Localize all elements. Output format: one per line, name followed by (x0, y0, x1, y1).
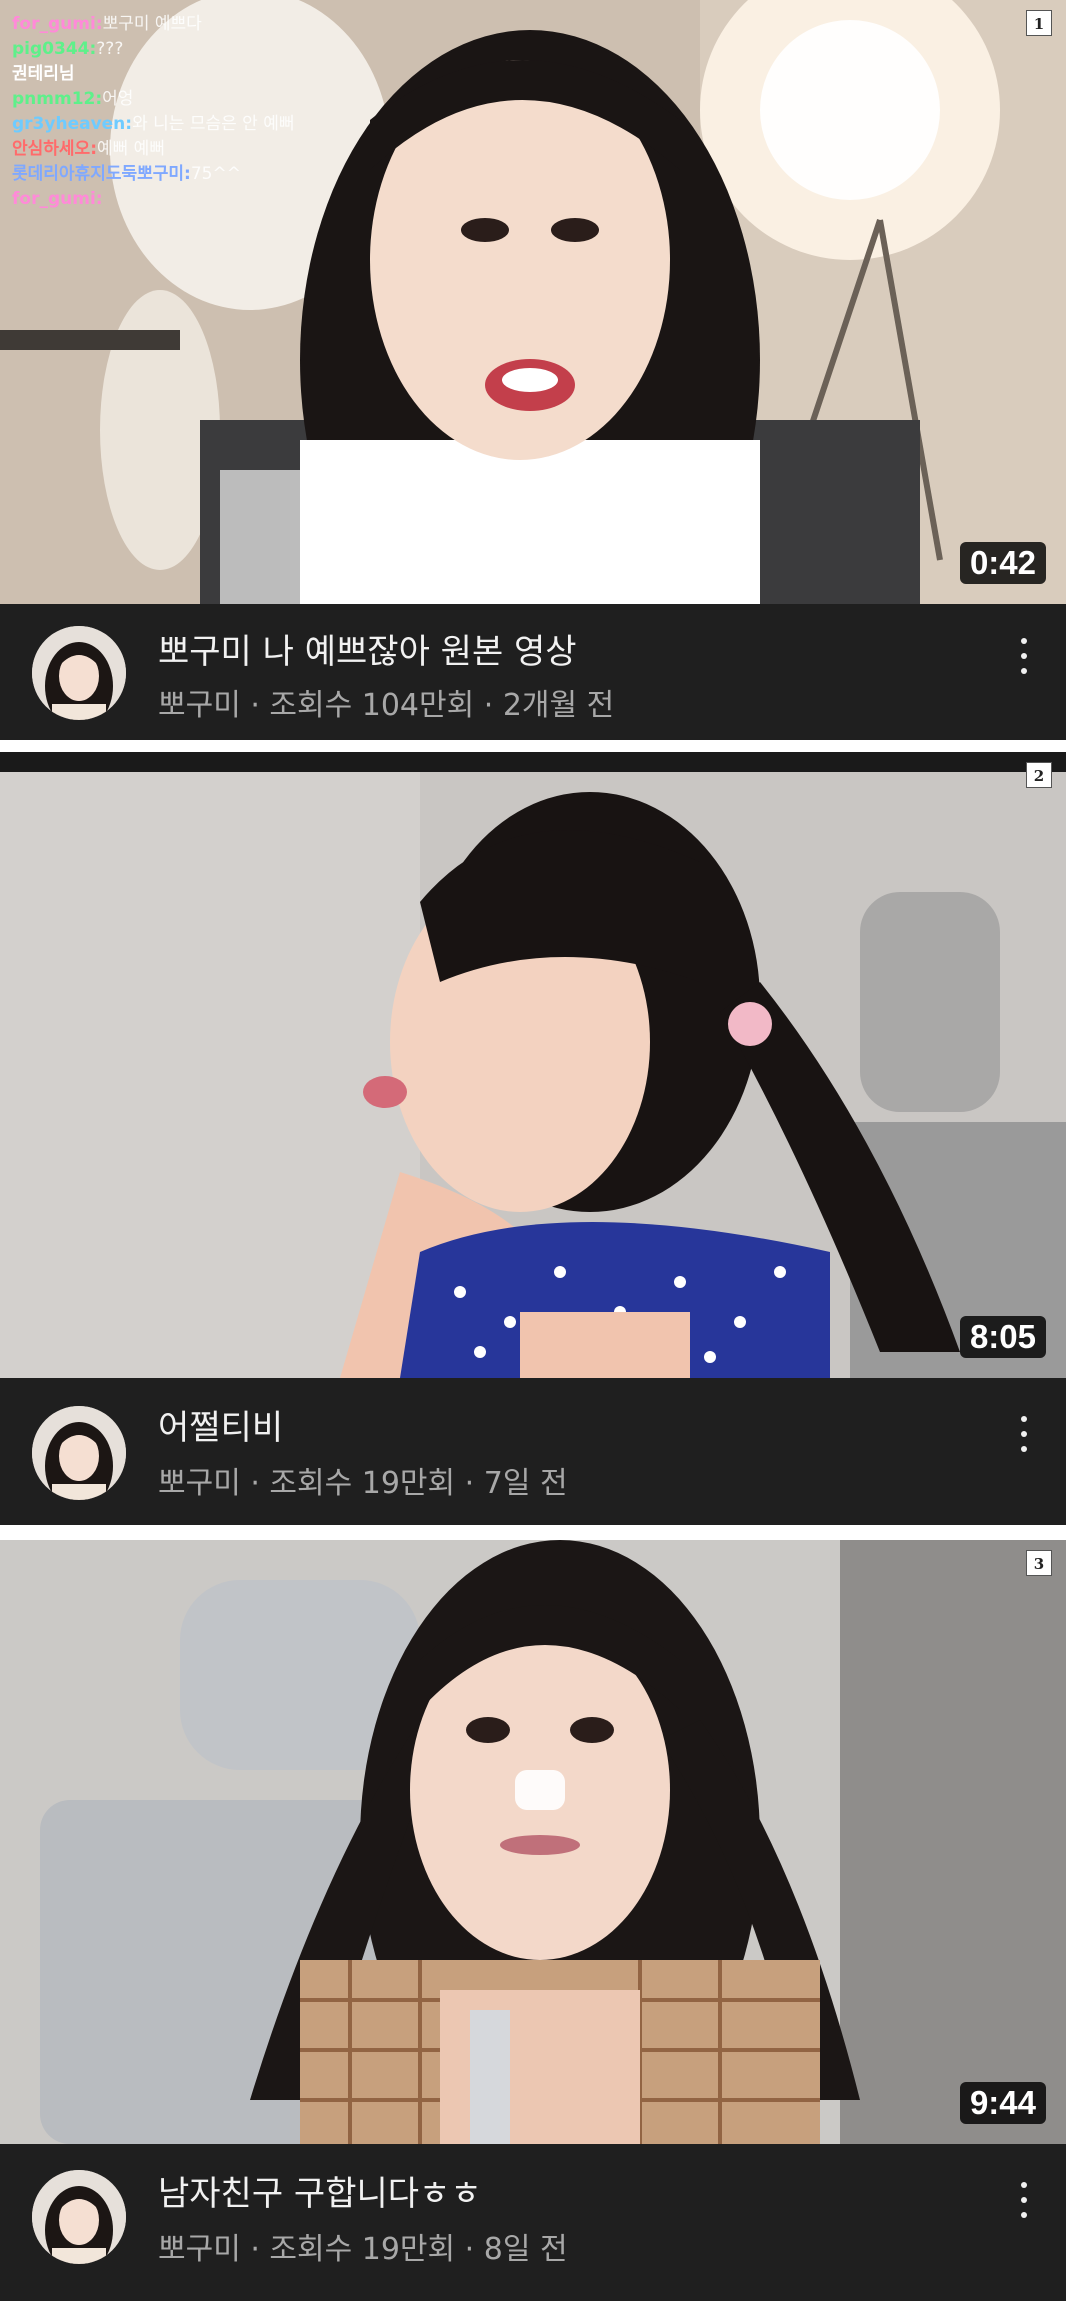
chat-username: 안심하세오: (12, 139, 97, 159)
video-meta-1: 뽀구미 나 예쁘잖아 원본 영상 뽀구미 · 조회수 104만회 · 2개월 전 (0, 604, 1066, 740)
video-card-1[interactable]: for_gumi:뽀구미 예쁘다 pig0344:??? 권테리님 pnmm12:어엉… (0, 0, 1066, 740)
chat-message: pig0344:??? (12, 37, 294, 62)
chat-message: gr3yheaven:와 니는 므슴은 안 예뻐 (12, 112, 294, 137)
channel-avatar[interactable] (32, 1406, 126, 1500)
upload-age: 7일 전 (483, 1466, 568, 1501)
chat-message: 권테리님 (12, 62, 294, 87)
video-duration: 9:44 (959, 2082, 1046, 2124)
more-vert-icon[interactable] (1012, 634, 1036, 678)
video-card-2[interactable]: 2 8:05 어쩔티비 뽀구미 · 조회수 19만회 · 7일 전 (0, 752, 1066, 1525)
chat-text: ??? (96, 39, 124, 59)
item-number-badge: 3 (1026, 1550, 1052, 1576)
more-vert-icon[interactable] (1012, 1412, 1036, 1456)
chat-text: 와 니는 므슴은 안 예뻐 (132, 114, 295, 134)
chat-text: 75^^ (190, 164, 241, 184)
video-meta-2: 어쩔티비 뽀구미 · 조회수 19만회 · 7일 전 (0, 1378, 1066, 1525)
chat-message: 안심하세오:예뻐 예뻐 (12, 137, 294, 162)
chat-message: for_gumi:뽀구미 예쁘다 (12, 12, 294, 37)
chat-username: 롯데리아휴지도둑뽀구미: (12, 164, 191, 184)
video-duration: 8:05 (959, 1316, 1046, 1358)
thumbnail-image-3 (0, 1540, 1066, 2144)
channel-avatar[interactable] (32, 626, 126, 720)
video-subline: 뽀구미 · 조회수 104만회 · 2개월 전 (158, 680, 614, 724)
video-subline: 뽀구미 · 조회수 19만회 · 7일 전 (158, 1458, 568, 1502)
video-title[interactable]: 어쩔티비 (158, 1400, 283, 1449)
view-count: 조회수 19만회 (269, 1466, 456, 1501)
video-duration: 0:42 (959, 542, 1046, 584)
channel-name[interactable]: 뽀구미 (158, 1466, 241, 1501)
live-chat-overlay: for_gumi:뽀구미 예쁘다 pig0344:??? 권테리님 pnmm12:어엉… (12, 12, 294, 212)
channel-avatar[interactable] (32, 2170, 126, 2264)
thumbnail-image-2 (0, 752, 1066, 1378)
video-card-3[interactable]: 3 9:44 남자친구 구합니다ㅎㅎ 뽀구미 · 조회수 19만회 · 8일 전 (0, 1540, 1066, 2301)
separator: · (455, 2232, 484, 2267)
chat-text: 어엉 (102, 89, 134, 109)
video-meta-3: 남자친구 구합니다ㅎㅎ 뽀구미 · 조회수 19만회 · 8일 전 (0, 2144, 1066, 2301)
video-title[interactable]: 뽀구미 나 예쁘잖아 원본 영상 (158, 624, 577, 673)
chat-username: for_gumi: (12, 14, 103, 34)
more-vert-icon[interactable] (1012, 2178, 1036, 2222)
chat-message: pnmm12:어엉 (12, 87, 294, 112)
view-count: 조회수 19만회 (269, 2232, 456, 2267)
video-thumbnail-2[interactable]: 2 8:05 (0, 752, 1066, 1378)
separator: · (240, 688, 270, 723)
item-number-badge: 1 (1026, 10, 1052, 36)
separator: · (474, 688, 503, 723)
chat-username: for_gumi: (12, 189, 103, 209)
chat-username: 권테리님 (12, 64, 75, 84)
video-title[interactable]: 남자친구 구합니다ㅎㅎ (158, 2166, 482, 2215)
separator: · (240, 1466, 270, 1501)
chat-username: pig0344: (12, 39, 97, 59)
video-thumbnail-3[interactable]: 3 9:44 (0, 1540, 1066, 2144)
chat-message: for_gumi: (12, 187, 294, 212)
chat-text: 예뻐 예뻐 (97, 139, 165, 159)
chat-message: 롯데리아휴지도둑뽀구미:75^^ (12, 162, 294, 187)
video-thumbnail-1[interactable]: for_gumi:뽀구미 예쁘다 pig0344:??? 권테리님 pnmm12:어엉… (0, 0, 1066, 604)
view-count: 조회수 104만회 (269, 688, 475, 723)
video-subline: 뽀구미 · 조회수 19만회 · 8일 전 (158, 2224, 568, 2268)
channel-name[interactable]: 뽀구미 (158, 688, 241, 723)
separator: · (455, 1466, 484, 1501)
chat-username: gr3yheaven: (12, 114, 133, 134)
upload-age: 8일 전 (483, 2232, 568, 2267)
item-number-badge: 2 (1026, 762, 1052, 788)
upload-age: 2개월 전 (502, 688, 615, 723)
chat-username: pnmm12: (12, 89, 103, 109)
separator: · (240, 2232, 270, 2267)
chat-text: 뽀구미 예쁘다 (102, 14, 202, 34)
channel-name[interactable]: 뽀구미 (158, 2232, 241, 2267)
